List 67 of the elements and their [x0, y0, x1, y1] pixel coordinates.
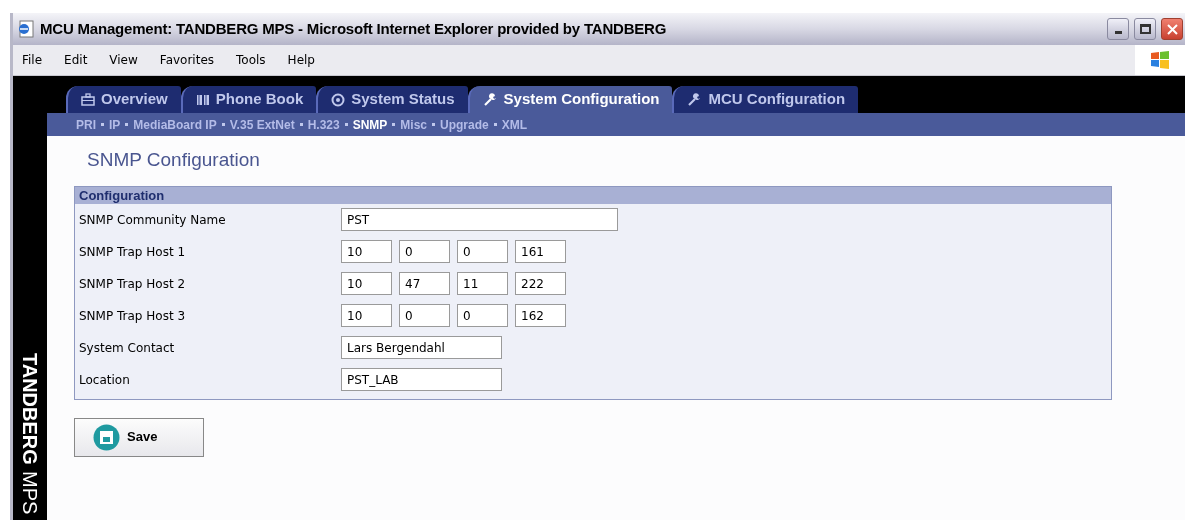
nav-tab[interactable]: System Status — [316, 86, 468, 113]
input-field[interactable]: Lars Bergendahl — [341, 336, 502, 359]
page-heading: SNMP Configuration — [87, 148, 260, 172]
sub-navigation-link[interactable]: PRI — [76, 115, 96, 134]
nav-tab[interactable]: System Configuration — [467, 86, 673, 113]
bullet-separator-icon — [101, 123, 104, 126]
field-label: SNMP Trap Host 3 — [79, 307, 187, 325]
sub-navigation-link[interactable]: MediaBoard IP — [133, 115, 217, 134]
field-label: SNMP Community Name — [79, 211, 227, 229]
wrench-icon — [687, 92, 703, 107]
field-label: System Contact — [79, 339, 176, 357]
bullet-separator-icon — [344, 123, 348, 126]
input-field[interactable]: 0 — [399, 240, 450, 263]
input-field[interactable]: PST — [341, 208, 618, 231]
input-field[interactable]: 10 — [341, 304, 392, 327]
close-button[interactable] — [1161, 18, 1183, 40]
floppy-disk-icon — [93, 423, 120, 451]
product-name: MPS — [20, 470, 40, 514]
sub-navigation-link[interactable]: XML — [501, 115, 528, 134]
field-label: Location — [79, 371, 131, 389]
bullet-separator-icon — [221, 123, 225, 126]
field-label: SNMP Trap Host 2 — [79, 275, 187, 293]
brand-name: TANDBERG — [20, 352, 40, 465]
panel-header: Configuration — [75, 186, 1111, 204]
bullet-separator-icon — [432, 123, 436, 126]
input-field[interactable]: 10 — [341, 272, 392, 295]
input-field[interactable]: 11 — [457, 272, 508, 295]
input-field[interactable]: 0 — [457, 240, 508, 263]
flag-logo-icon — [1149, 49, 1171, 71]
briefcase-icon — [81, 93, 95, 106]
nav-tab[interactable]: Overview — [66, 86, 181, 113]
sub-navigation-link[interactable]: SNMP — [352, 115, 388, 134]
sub-navigation-link[interactable]: V.35 ExtNet — [229, 115, 295, 134]
nav-tab[interactable]: Phone Book — [180, 86, 317, 113]
sub-navigation-link[interactable]: Upgrade — [440, 115, 489, 134]
input-field[interactable]: 0 — [457, 304, 508, 327]
bullet-separator-icon — [392, 123, 396, 126]
sub-navigation-link[interactable]: H.323 — [307, 115, 340, 134]
input-field[interactable]: 222 — [515, 272, 566, 295]
menu-item[interactable]: Tools — [236, 51, 266, 69]
input-field[interactable]: PST_LAB — [341, 368, 502, 391]
maximize-button[interactable] — [1134, 18, 1156, 40]
minimize-button[interactable] — [1107, 18, 1129, 40]
bullet-separator-icon — [299, 123, 303, 126]
menu-item[interactable]: View — [109, 51, 138, 69]
wrench-icon — [482, 92, 498, 107]
nav-tab[interactable]: MCU Configuration — [672, 86, 859, 113]
input-field[interactable]: 0 — [399, 304, 450, 327]
save-button[interactable]: Save — [74, 417, 204, 457]
sub-navigation-link[interactable]: Misc — [400, 115, 428, 134]
menu-item[interactable]: Favorites — [159, 51, 215, 69]
bullet-separator-icon — [493, 123, 497, 126]
input-field[interactable]: 10 — [341, 240, 392, 263]
menu-item[interactable]: Edit — [64, 51, 88, 69]
input-field[interactable]: 161 — [515, 240, 566, 263]
gauge-icon — [331, 92, 346, 107]
field-label: SNMP Trap Host 1 — [79, 243, 187, 261]
window-title: MCU Management: TANDBERG MPS - Microsoft Internet Explorer provided by TANDBERG — [40, 18, 667, 39]
menu-item[interactable]: File — [22, 51, 43, 69]
close-icon — [1166, 23, 1178, 35]
input-field[interactable]: 162 — [515, 304, 566, 327]
menu-item[interactable]: Help — [287, 51, 315, 69]
bullet-separator-icon — [125, 123, 129, 126]
sub-navigation-link[interactable]: IP — [109, 115, 121, 134]
book-icon — [195, 93, 210, 106]
input-field[interactable]: 47 — [399, 272, 450, 295]
browser-icon — [17, 20, 35, 38]
